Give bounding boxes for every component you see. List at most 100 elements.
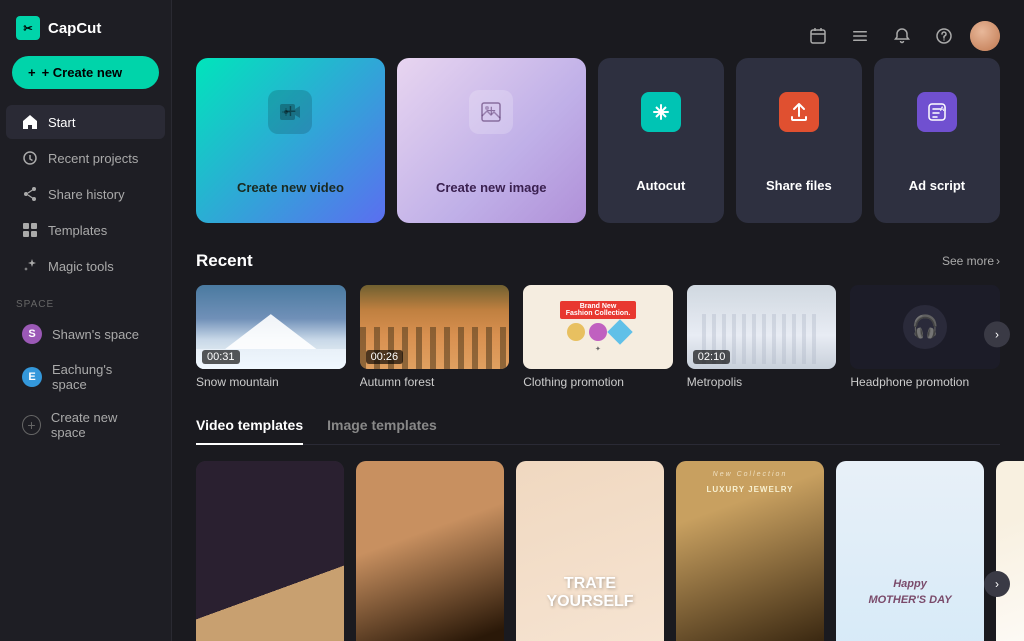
templates-grid: OPEN NOW In Spring 00:41 ♡ 286k Collecti… <box>196 461 1000 641</box>
clothing-title: Clothing promotion <box>523 375 673 389</box>
recent-card-snow[interactable]: 00:31 Snow mountain <box>196 285 346 389</box>
svg-text:AI: AI <box>940 107 946 113</box>
shawn-space-label: Shawn's space <box>52 327 139 342</box>
help-button[interactable] <box>928 20 960 52</box>
sidebar-item-start[interactable]: Start <box>6 105 165 139</box>
clothing-thumbnail: Brand NewFashion Collection. ✦ <box>523 285 673 369</box>
shawn-avatar: S <box>22 324 42 344</box>
eachung-avatar: E <box>22 367 42 387</box>
recent-section: Recent See more › 00:31 Snow mountain <box>196 251 1000 389</box>
autocut-label: Autocut <box>614 178 708 193</box>
template-card-electrics[interactable]: TOP ELECTRICS TOP ELECTRICS 00:12 ♡ 286k… <box>996 461 1024 641</box>
sidebar-item-magic-label: Magic tools <box>48 259 114 274</box>
recent-icon <box>22 150 38 166</box>
template-tabs: Video templates Image templates <box>196 417 1000 445</box>
electrics-thumb: TOP ELECTRICS TOP ELECTRICS 00:12 ♡ 286k <box>996 461 1024 641</box>
ad-script-label: Ad script <box>890 178 984 193</box>
eachung-space-label: Eachung's space <box>52 362 149 392</box>
mothers-thumb: HappyMOTHER'S DAY 01:02 ♡ 286k <box>836 461 984 641</box>
top-header <box>196 20 1000 52</box>
sidebar: ✂ CapCut + + Create new Start Recent pro… <box>0 0 172 641</box>
home-icon <box>22 114 38 130</box>
add-space-icon: + <box>22 415 41 435</box>
recent-section-header: Recent See more › <box>196 251 1000 271</box>
recent-grid: 00:31 Snow mountain 00:26 Autumn forest <box>196 285 1000 389</box>
share-files-label: Share files <box>752 178 846 193</box>
sidebar-item-share-label: Share history <box>48 187 125 202</box>
template-card-women[interactable]: OPEN NOW In Spring 00:41 ♡ 286k Collecti… <box>196 461 344 641</box>
snow-duration: 00:31 <box>202 350 240 364</box>
sidebar-item-recent[interactable]: Recent projects <box>6 141 165 175</box>
women-thumb: OPEN NOW In Spring 00:41 ♡ 286k <box>196 461 344 641</box>
main-content: + Create new video + Create new image Au… <box>172 0 1024 641</box>
recent-card-metro[interactable]: 02:10 Metropolis <box>687 285 837 389</box>
calendar-icon <box>809 27 827 45</box>
app-name: CapCut <box>48 20 101 37</box>
sidebar-item-templates-label: Templates <box>48 223 107 238</box>
templates-section: Video templates Image templates OPEN NOW… <box>196 417 1000 641</box>
sidebar-item-share[interactable]: Share history <box>6 177 165 211</box>
template-card-mothers[interactable]: HappyMOTHER'S DAY 01:02 ♡ 286k Minimalis… <box>836 461 984 641</box>
magic-icon <box>22 258 38 274</box>
ad-script-card[interactable]: AI Ad script <box>874 58 1000 223</box>
hamburger-menu-icon <box>851 27 869 45</box>
create-space-button[interactable]: + Create new space <box>6 402 165 448</box>
autocut-icon <box>641 92 681 132</box>
forest-thumbnail: 00:26 <box>360 285 510 369</box>
recent-card-forest[interactable]: 00:26 Autumn forest <box>360 285 510 389</box>
see-more-button[interactable]: See more › <box>942 254 1000 268</box>
snow-mountain-thumbnail: 00:31 <box>196 285 346 369</box>
space-section-label: SPACE <box>0 285 171 316</box>
template-card-jewelry[interactable]: New Collection LUXURY JEWELRY 01:05 ♡ 28… <box>676 461 824 641</box>
headphone-title: Headphone promotion <box>850 375 1000 389</box>
chevron-right-icon: › <box>996 254 1000 268</box>
templates-scroll-right[interactable]: › <box>984 571 1010 597</box>
recent-card-clothing[interactable]: Brand NewFashion Collection. ✦ Clothing … <box>523 285 673 389</box>
sidebar-item-start-label: Start <box>48 115 75 130</box>
recent-title: Recent <box>196 251 253 271</box>
autocut-card[interactable]: Autocut <box>598 58 724 223</box>
share-files-icon <box>779 92 819 132</box>
notifications-button[interactable] <box>886 20 918 52</box>
metro-title: Metropolis <box>687 375 837 389</box>
forest-title: Autumn forest <box>360 375 510 389</box>
share-files-card[interactable]: Share files <box>736 58 862 223</box>
menu-button[interactable] <box>844 20 876 52</box>
headphone-thumbnail: 🎧 <box>850 285 1000 369</box>
sidebar-item-recent-label: Recent projects <box>48 151 138 166</box>
templates-icon <box>22 222 38 238</box>
template-card-men[interactable]: BRAND NAME SPRING COLLECTION 00:56 ♡ 286… <box>356 461 504 641</box>
user-avatar-button[interactable] <box>970 21 1000 51</box>
create-image-label: Create new image <box>413 180 570 195</box>
share-icon <box>22 186 38 202</box>
create-video-icon: + <box>268 90 312 134</box>
app-logo: ✂ CapCut <box>0 12 171 56</box>
question-mark-icon <box>935 27 953 45</box>
template-card-desserts[interactable]: TRATEYOURSELF BRAND NAME 00:48 ♡ 286k Cu… <box>516 461 664 641</box>
snow-title: Snow mountain <box>196 375 346 389</box>
desserts-thumb: TRATEYOURSELF BRAND NAME 00:48 ♡ 286k <box>516 461 664 641</box>
ad-script-icon: AI <box>917 92 957 132</box>
space-item-shawn[interactable]: S Shawn's space <box>6 316 165 352</box>
calendar-button[interactable] <box>802 20 834 52</box>
create-new-label: + Create new <box>42 65 123 80</box>
metro-duration: 02:10 <box>693 350 731 364</box>
sidebar-item-templates[interactable]: Templates <box>6 213 165 247</box>
create-new-button[interactable]: + + Create new <box>12 56 159 89</box>
create-video-card[interactable]: + Create new video <box>196 58 385 223</box>
create-video-label: Create new video <box>212 180 369 195</box>
space-item-eachung[interactable]: E Eachung's space <box>6 354 165 400</box>
plus-icon: + <box>28 65 36 80</box>
sidebar-item-magic[interactable]: Magic tools <box>6 249 165 283</box>
recent-card-headphone[interactable]: 🎧 Headphone promotion <box>850 285 1000 389</box>
recent-scroll-right[interactable]: › <box>984 321 1010 347</box>
create-image-icon: + <box>469 90 513 134</box>
quick-actions-row: + Create new video + Create new image Au… <box>196 58 1000 223</box>
tab-video-templates[interactable]: Video templates <box>196 417 303 445</box>
bell-icon <box>893 27 911 45</box>
logo-icon: ✂ <box>16 16 40 40</box>
tab-image-templates[interactable]: Image templates <box>327 417 437 445</box>
create-image-card[interactable]: + Create new image <box>397 58 586 223</box>
men-thumb: BRAND NAME SPRING COLLECTION 00:56 ♡ 286… <box>356 461 504 641</box>
forest-duration: 00:26 <box>366 350 404 364</box>
